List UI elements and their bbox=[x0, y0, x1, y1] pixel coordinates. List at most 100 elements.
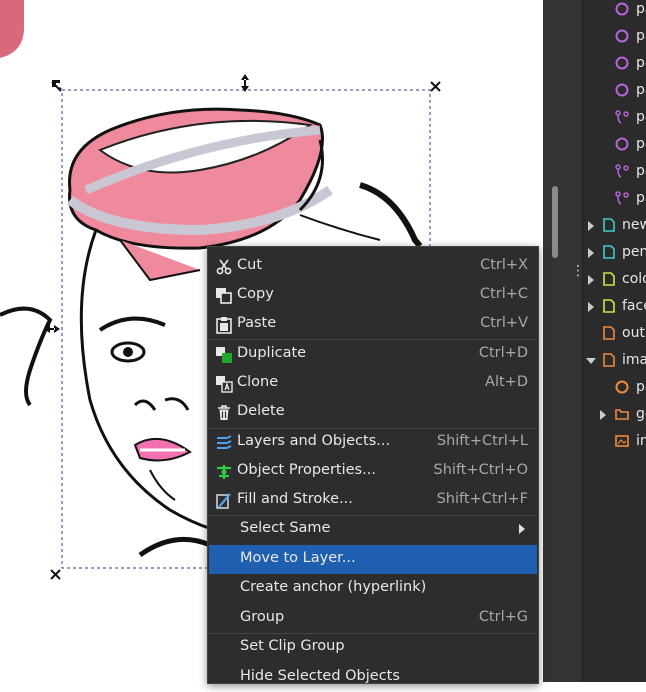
menu-item-shortcut: Shift+Ctrl+L bbox=[436, 433, 528, 449]
menu-item-label: Delete bbox=[237, 403, 285, 419]
ear-outline bbox=[0, 306, 53, 407]
duplicate-icon bbox=[216, 347, 232, 363]
layers-icon bbox=[217, 435, 232, 449]
row-label: path bbox=[636, 55, 646, 71]
row-label: face bbox=[622, 298, 646, 314]
folder-icon bbox=[615, 409, 629, 420]
bezier-path-icon bbox=[615, 191, 629, 205]
row-label: path bbox=[636, 109, 646, 125]
menu-item-shortcut: Shift+Ctrl+F bbox=[436, 491, 528, 507]
menu-item-label: Fill and Stroke... bbox=[237, 491, 353, 507]
bezier-path-icon bbox=[615, 164, 629, 178]
menu-item-label: Duplicate bbox=[237, 345, 307, 361]
layer-icon bbox=[603, 272, 615, 286]
menu-item-paste[interactable]: Paste Ctrl+V bbox=[209, 310, 537, 339]
menu-item-hide-selected-objects[interactable]: Hide Selected Objects bbox=[209, 663, 537, 692]
row-label: path bbox=[636, 28, 646, 44]
row-label: path bbox=[636, 190, 646, 206]
row-label: pen bbox=[622, 244, 646, 260]
tree-row[interactable]: imag bbox=[583, 349, 646, 375]
tree-row[interactable]: path bbox=[583, 133, 646, 159]
tree-row[interactable]: path bbox=[583, 106, 646, 132]
expand-arrow-icon[interactable] bbox=[600, 410, 606, 420]
tree-row[interactable]: pen bbox=[583, 241, 646, 267]
menu-item-copy[interactable]: Copy Ctrl+C bbox=[209, 281, 537, 310]
bezier-path-icon bbox=[615, 110, 629, 124]
row-label: outl bbox=[622, 325, 646, 341]
menu-item-delete[interactable]: Delete bbox=[209, 398, 537, 427]
tree-row[interactable]: new bbox=[583, 214, 646, 240]
menu-item-label: Layers and Objects... bbox=[237, 433, 391, 449]
circle-path-icon bbox=[615, 83, 629, 97]
menu-item-shortcut: Ctrl+V bbox=[480, 315, 528, 331]
menu-item-shortcut: Ctrl+X bbox=[480, 257, 528, 273]
menu-item-shortcut: Alt+D bbox=[485, 374, 528, 390]
menu-item-move-to-layer[interactable]: Move to Layer... bbox=[209, 545, 537, 574]
menu-item-shortcut: Ctrl+G bbox=[478, 609, 528, 625]
menu-item-select-same[interactable]: Select Same bbox=[209, 515, 537, 544]
tree-row[interactable]: path bbox=[583, 187, 646, 213]
menu-item-create-anchor[interactable]: Create anchor (hyperlink) bbox=[209, 574, 537, 603]
row-label: path bbox=[636, 163, 646, 179]
clone-icon bbox=[216, 376, 233, 393]
menu-item-shortcut: Ctrl+D bbox=[478, 345, 528, 361]
layer-icon bbox=[603, 245, 615, 259]
expand-arrow-icon[interactable] bbox=[588, 302, 594, 312]
image-icon bbox=[615, 435, 629, 447]
row-label: path bbox=[636, 1, 646, 17]
tree-row[interactable]: path bbox=[583, 25, 646, 51]
submenu-arrow-icon bbox=[519, 524, 525, 534]
context-menu: Cut Ctrl+X Copy Ctrl+C Paste Ctrl+V Dupl… bbox=[207, 246, 539, 684]
row-label: path bbox=[636, 82, 646, 98]
circle-path-icon bbox=[615, 137, 629, 151]
tree-row[interactable]: face bbox=[583, 295, 646, 321]
tree-row[interactable]: outl bbox=[583, 322, 646, 348]
scissors-icon bbox=[216, 259, 232, 275]
tree-row[interactable]: path bbox=[583, 376, 646, 402]
expand-arrow-icon[interactable] bbox=[588, 221, 594, 231]
menu-item-shortcut: Ctrl+C bbox=[479, 286, 528, 302]
menu-item-label: Set Clip Group bbox=[240, 638, 345, 654]
circle-path-icon bbox=[615, 2, 629, 16]
expand-arrow-icon[interactable] bbox=[588, 248, 594, 258]
expand-arrow-icon[interactable] bbox=[588, 275, 594, 285]
layer-icon bbox=[603, 326, 615, 340]
row-label: imag bbox=[622, 352, 646, 368]
tree-row[interactable]: path bbox=[583, 160, 646, 186]
circle-path-icon bbox=[615, 56, 629, 70]
tree-row[interactable]: ima bbox=[583, 430, 646, 456]
tree-row[interactable]: path bbox=[583, 0, 646, 24]
menu-item-object-properties[interactable]: Object Properties... Shift+Ctrl+O bbox=[209, 457, 537, 486]
menu-item-clone[interactable]: Clone Alt+D bbox=[209, 369, 537, 398]
menu-item-set-clip-group[interactable]: Set Clip Group bbox=[209, 633, 537, 662]
menu-item-label: Create anchor (hyperlink) bbox=[240, 579, 427, 595]
menu-item-group[interactable]: Group Ctrl+G bbox=[209, 604, 537, 633]
paste-icon bbox=[216, 317, 232, 334]
scrollbar-thumb[interactable] bbox=[552, 186, 558, 258]
collapse-arrow-icon[interactable] bbox=[586, 358, 596, 364]
row-label: path bbox=[636, 379, 646, 395]
trash-icon bbox=[218, 405, 230, 420]
menu-item-cut[interactable]: Cut Ctrl+X bbox=[209, 252, 537, 281]
menu-item-label: Object Properties... bbox=[237, 462, 376, 478]
menu-item-shortcut: Shift+Ctrl+O bbox=[433, 462, 528, 478]
menu-item-label: Move to Layer... bbox=[240, 550, 356, 566]
tree-row[interactable]: colo bbox=[583, 268, 646, 294]
menu-item-layers-and-objects[interactable]: Layers and Objects... Shift+Ctrl+L bbox=[209, 428, 537, 457]
row-label: colo bbox=[622, 271, 646, 287]
row-label: ima bbox=[636, 433, 646, 449]
copy-icon bbox=[216, 288, 232, 304]
circle-path-icon bbox=[615, 380, 629, 394]
pink-corner-shape bbox=[0, 0, 24, 58]
panel-scrollbar[interactable]: ⋮ bbox=[543, 0, 585, 682]
layer-icon bbox=[603, 353, 615, 367]
row-label: new bbox=[622, 217, 646, 233]
object-properties-icon bbox=[217, 465, 231, 479]
menu-item-duplicate[interactable]: Duplicate Ctrl+D bbox=[209, 340, 537, 369]
tree-row[interactable]: path bbox=[583, 79, 646, 105]
tree-row[interactable]: path bbox=[583, 52, 646, 78]
fill-stroke-icon bbox=[216, 493, 231, 509]
menu-item-label: Group bbox=[240, 609, 285, 625]
tree-row[interactable]: g- bbox=[583, 403, 646, 429]
menu-item-fill-and-stroke[interactable]: Fill and Stroke... Shift+Ctrl+F bbox=[209, 486, 537, 515]
